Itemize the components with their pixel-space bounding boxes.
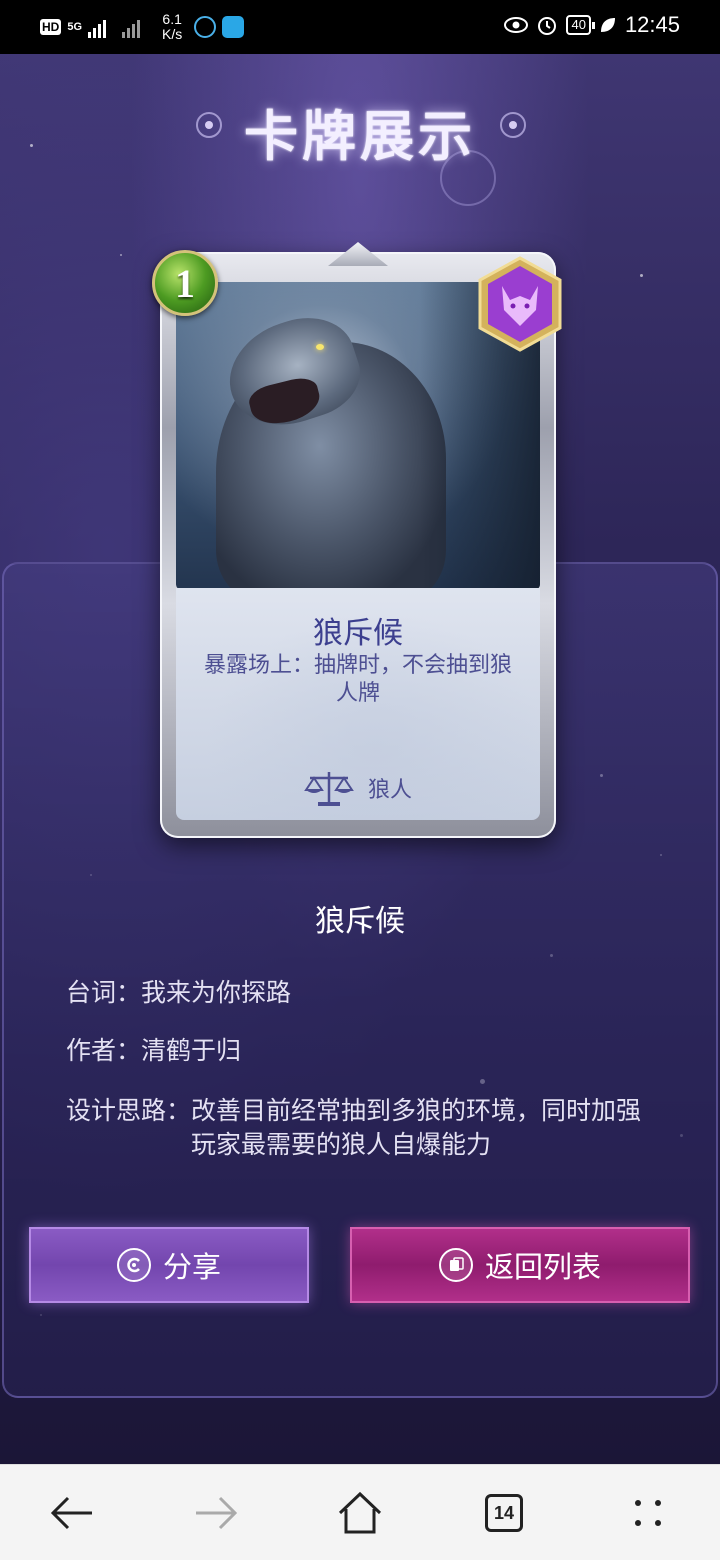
star [120, 254, 122, 256]
net-speed-unit: K/s [162, 26, 183, 42]
status-bar: HD 5G 6.1 K/s 40 12:45 [0, 0, 720, 54]
page-title: 卡牌展示 [244, 104, 476, 168]
scale-icon [304, 772, 354, 806]
network-type: 5G [67, 21, 83, 33]
clock: 12:45 [624, 12, 680, 37]
app-root: HD 5G 6.1 K/s 40 12:45 卡牌展示 狼斥候 暴露场上：抽牌时… [0, 0, 720, 1560]
status-left: HD 5G 6.1 K/s [40, 12, 245, 42]
eye-icon [504, 17, 529, 33]
card-description: 暴露场上：抽牌时，不会抽到狼人牌 [203, 653, 512, 706]
more-icon[interactable] [622, 1487, 674, 1539]
net-speed-value: 6.1 [162, 11, 182, 27]
detail-line-row: 台词： 我来为你探路 [66, 976, 291, 1010]
card-name: 狼斥候 [313, 616, 403, 651]
home-icon[interactable] [334, 1487, 386, 1539]
card-display: 狼斥候 暴露场上：抽牌时，不会抽到狼人牌 狼人 1 [152, 242, 562, 838]
status-right: 40 12:45 [504, 12, 680, 38]
back-arrow-icon[interactable] [46, 1487, 98, 1539]
detail-card-name: 狼斥候 [315, 904, 405, 939]
tab-count: 14 [485, 1494, 523, 1532]
card-list-icon [438, 1248, 473, 1282]
assistant-icon [194, 16, 217, 38]
share-button-label: 分享 [162, 1250, 221, 1284]
detail-line-value: 我来为你探路 [141, 978, 292, 1007]
signal-icon-secondary [122, 16, 150, 38]
hd-badge: HD [40, 19, 62, 35]
share-icon [116, 1248, 151, 1282]
detail-author-row: 作者： 清鹤于归 [66, 1034, 241, 1068]
forward-arrow-icon[interactable] [190, 1487, 242, 1539]
card-cost-value: 1 [175, 260, 195, 306]
back-button-label: 返回列表 [484, 1250, 601, 1284]
werewolf-eye [316, 344, 324, 350]
bulb-icon [222, 16, 245, 38]
detail-design-label: 设计思路： [66, 1096, 192, 1125]
detail-line-label: 台词： [66, 978, 142, 1007]
wolf-faction-icon [478, 256, 562, 352]
signal-icon [88, 16, 116, 38]
leaf-icon [600, 18, 615, 32]
net-speed: 6.1 K/s [162, 12, 182, 42]
detail-design-row: 设计思路： 改善目前经常抽到多狼的环境，同时加强玩家最需要的狼人自爆能力 [66, 1094, 656, 1162]
browser-nav-bar: 14 [0, 1464, 720, 1560]
tabs-icon[interactable]: 14 [478, 1487, 530, 1539]
share-button[interactable]: 分享 [29, 1227, 309, 1303]
battery-indicator: 40 [566, 15, 596, 35]
card-text-area: 狼斥候 暴露场上：抽牌时，不会抽到狼人牌 狼人 [176, 588, 540, 820]
detail-author-label: 作者： [66, 1036, 142, 1065]
back-to-list-button[interactable]: 返回列表 [350, 1227, 690, 1303]
star [640, 274, 643, 277]
card-cost-badge: 1 [152, 250, 218, 316]
alarm-icon [538, 17, 557, 35]
detail-author-value: 清鹤于归 [141, 1036, 242, 1065]
detail-design-value: 改善目前经常抽到多狼的环境，同时加强玩家最需要的狼人自爆能力 [191, 1096, 642, 1159]
card-type-label: 狼人 [367, 778, 412, 803]
card-type: 狼人 [176, 768, 540, 808]
